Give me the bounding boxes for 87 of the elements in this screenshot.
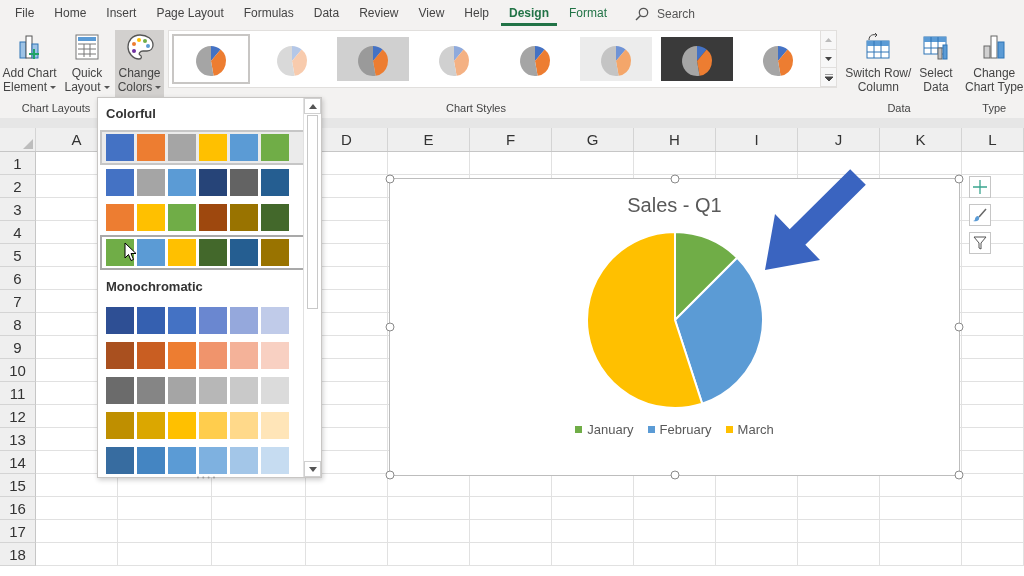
row-header[interactable]: 7 [0, 290, 36, 313]
row-header[interactable]: 1 [0, 152, 36, 175]
ribbon-button[interactable]: Add Chart Element [0, 30, 60, 97]
legend-label: January [587, 422, 634, 437]
expand-icon [824, 73, 833, 81]
ribbon-tab[interactable]: Review [351, 2, 407, 26]
row-header[interactable]: 10 [0, 359, 36, 382]
row-header[interactable]: 4 [0, 221, 36, 244]
chart-filters-button[interactable] [969, 232, 991, 254]
chart-title: Sales - Q1 [627, 194, 722, 217]
resize-handle[interactable] [954, 174, 964, 184]
group-label: Chart Layouts [21, 102, 91, 114]
column-header[interactable]: I [716, 128, 798, 151]
group-label: Data [887, 102, 911, 114]
section-heading: Monochromatic [105, 278, 204, 296]
row-header[interactable]: 5 [0, 244, 36, 267]
ribbon-button[interactable]: Quick Layout [61, 30, 113, 97]
ribbon-tab[interactable]: File [7, 2, 43, 26]
chart-styles-button[interactable] [969, 204, 991, 226]
column-header[interactable]: K [880, 128, 962, 151]
pie-thumbnail-icon [337, 37, 410, 81]
group-label: Chart Styles [446, 102, 506, 114]
column-header[interactable]: F [470, 128, 552, 151]
row-header[interactable]: 9 [0, 336, 36, 359]
column-header[interactable]: H [634, 128, 716, 151]
row-header[interactable]: 8 [0, 313, 36, 336]
ribbon-tab[interactable]: View [410, 2, 453, 26]
resize-handle[interactable] [385, 470, 395, 480]
column-header[interactable]: E [388, 128, 470, 151]
scroll-up-button[interactable] [304, 98, 321, 114]
color-scheme-option[interactable] [100, 235, 303, 270]
color-scheme-option[interactable] [100, 130, 303, 165]
ribbon-tab[interactable]: Format [561, 2, 615, 26]
ribbon-button[interactable]: Switch Row/ Column [842, 30, 915, 97]
resize-handle[interactable] [385, 174, 395, 184]
filter-icon [973, 236, 987, 250]
ribbon-button[interactable]: Select Data [916, 30, 956, 97]
resize-handle[interactable] [954, 470, 964, 480]
row-header[interactable]: 17 [0, 520, 36, 543]
row-header[interactable]: 13 [0, 428, 36, 451]
resize-handle[interactable] [670, 174, 679, 184]
scrollbar-thumb[interactable] [307, 115, 318, 309]
column-header[interactable]: J [798, 128, 880, 151]
row-header[interactable]: 12 [0, 405, 36, 428]
palette-icon [124, 32, 155, 62]
resize-handle[interactable] [385, 322, 395, 332]
legend-label: February [659, 422, 712, 437]
corner-triangle-icon [23, 139, 33, 149]
ribbon-tab[interactable]: Insert [98, 2, 145, 26]
ribbon-tab[interactable]: Page Layout [148, 2, 232, 26]
row-header[interactable]: 11 [0, 382, 36, 405]
resize-grip-icon[interactable] [196, 476, 216, 479]
column-header[interactable]: L [962, 128, 1024, 151]
ribbon-button[interactable]: Change Chart Type [962, 30, 1024, 97]
row-header[interactable]: 14 [0, 451, 36, 474]
ribbon-tab[interactable]: Help [456, 2, 497, 26]
row-header[interactable]: 3 [0, 198, 36, 221]
group-label: Type [982, 102, 1007, 114]
caret-down-icon [308, 466, 317, 472]
row-header[interactable]: 2 [0, 175, 36, 198]
change-colors-button[interactable]: Change Colors [114, 30, 165, 97]
row-header[interactable]: 15 [0, 474, 36, 497]
row-header[interactable]: 6 [0, 267, 36, 290]
column-header[interactable]: G [552, 128, 634, 151]
caret-up-icon [308, 103, 317, 109]
row-header[interactable]: 18 [0, 543, 36, 566]
pie-thumbnail-icon [580, 37, 653, 81]
caret-up-icon [825, 37, 833, 42]
section-heading: Colorful [105, 105, 157, 123]
search-field[interactable]: Search [655, 5, 719, 23]
ribbon-tab[interactable]: Data [305, 2, 348, 26]
ribbon-tab[interactable]: Formulas [235, 2, 302, 26]
search-icon [635, 7, 649, 21]
caret-down-icon [825, 56, 833, 61]
gallery-expand-button[interactable] [821, 68, 837, 87]
ribbon-tab[interactable]: Home [46, 2, 95, 26]
row-header[interactable]: 16 [0, 497, 36, 520]
chart-elements-button[interactable] [969, 176, 991, 198]
resize-handle[interactable] [954, 322, 964, 332]
plus-icon [973, 180, 987, 194]
legend-label: March [737, 422, 774, 437]
brush-icon [973, 208, 987, 222]
scroll-down-button[interactable] [304, 461, 321, 477]
cursor-icon [124, 242, 137, 262]
resize-handle[interactable] [670, 470, 679, 480]
layout-icon [72, 32, 102, 62]
pie-thumbnail-icon [661, 37, 734, 81]
